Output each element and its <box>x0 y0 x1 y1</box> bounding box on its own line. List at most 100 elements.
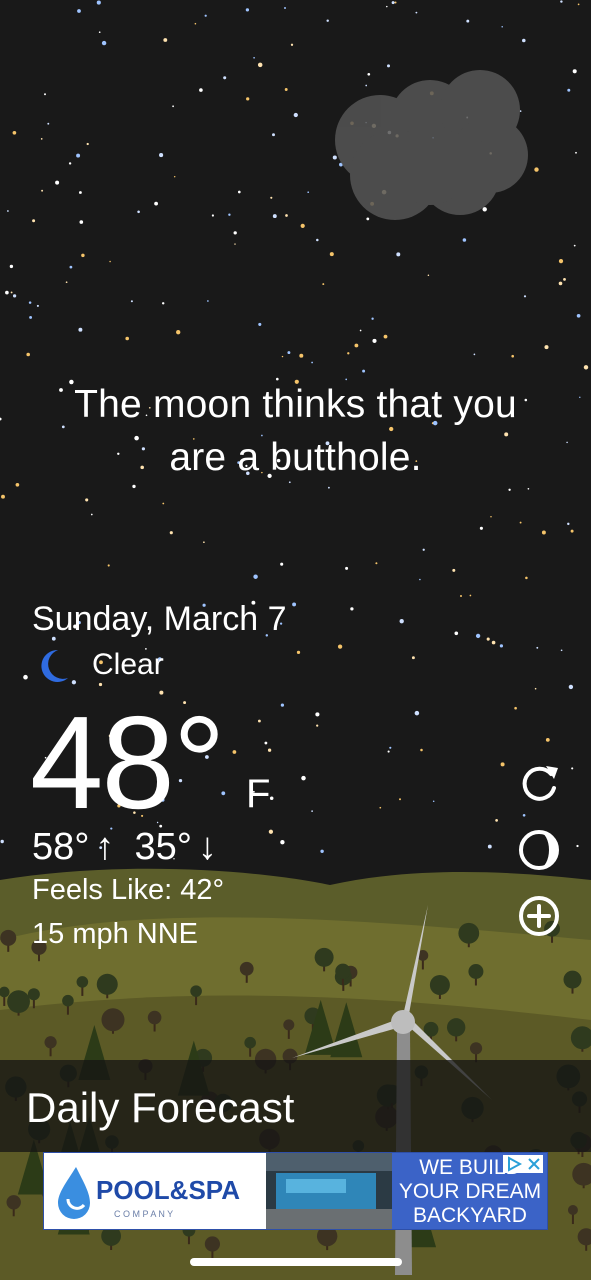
star <box>577 3 580 6</box>
star <box>267 748 272 752</box>
star <box>560 649 563 652</box>
star <box>316 724 319 727</box>
star <box>257 719 261 723</box>
star <box>500 762 505 767</box>
ad-brand: POOL&SPA <box>96 1175 240 1205</box>
star <box>132 484 136 489</box>
ad-controls[interactable] <box>503 1155 543 1173</box>
star <box>541 530 546 535</box>
tree-crown <box>567 1205 578 1216</box>
refresh-icon[interactable] <box>516 760 562 806</box>
star <box>232 750 237 754</box>
star <box>12 294 17 298</box>
ad-brand-sub: C O M P A N Y <box>114 1209 173 1219</box>
star <box>473 353 476 356</box>
ad-banner[interactable]: POOL&SPA C O M P A N Y WE BUILD YOUR DRE… <box>43 1152 548 1230</box>
star <box>576 313 581 318</box>
star <box>386 5 388 8</box>
star <box>560 0 563 3</box>
star <box>522 38 526 43</box>
star <box>420 748 423 752</box>
star <box>571 767 574 770</box>
star <box>469 594 472 597</box>
star <box>284 7 286 9</box>
tree-crown <box>62 994 74 1007</box>
star <box>292 602 297 607</box>
star <box>459 594 463 598</box>
home-indicator[interactable] <box>190 1258 402 1266</box>
star <box>301 775 306 781</box>
star <box>162 502 165 505</box>
tree-crown <box>76 976 89 988</box>
star <box>508 488 511 491</box>
tree-crown <box>101 1008 125 1032</box>
crescent-moon-icon <box>41 649 68 682</box>
star <box>567 88 571 92</box>
star <box>258 322 262 326</box>
star <box>534 687 537 690</box>
star <box>287 351 291 355</box>
star <box>245 8 250 12</box>
tree-crown <box>429 974 450 995</box>
star <box>65 281 68 284</box>
star <box>337 644 343 649</box>
star <box>345 566 349 570</box>
star <box>280 840 285 845</box>
star <box>68 162 72 165</box>
star <box>228 213 231 216</box>
star <box>161 302 165 305</box>
star <box>419 578 421 581</box>
wind-speed: 15 mph NNE <box>32 918 199 950</box>
star <box>86 142 89 146</box>
star <box>90 513 93 516</box>
star <box>28 301 32 304</box>
star <box>246 97 250 101</box>
tree-crown <box>147 1010 162 1025</box>
current-condition: Clear <box>38 648 164 682</box>
star <box>0 839 4 844</box>
star <box>567 522 570 526</box>
star <box>454 631 459 636</box>
moon-phase-icon[interactable] <box>516 827 562 873</box>
star <box>414 710 420 716</box>
star <box>296 650 301 655</box>
ad-choices-icon[interactable] <box>506 1156 522 1172</box>
temperature-unit: F <box>246 772 271 816</box>
star <box>499 644 504 648</box>
star <box>462 238 467 242</box>
star <box>466 19 470 23</box>
star <box>372 338 377 343</box>
star <box>491 640 496 645</box>
tree-crown <box>0 929 17 946</box>
tree-crown <box>468 964 484 980</box>
star <box>422 548 425 551</box>
pool-photo <box>266 1153 392 1229</box>
weather-app: { "tagline": {"line1": "The moon thinks … <box>0 0 591 1280</box>
tree-crown <box>27 988 40 1001</box>
daily-forecast-title[interactable]: Daily Forecast <box>26 1084 294 1132</box>
star <box>107 564 110 567</box>
tree-crown <box>7 990 30 1014</box>
close-icon[interactable] <box>527 1157 541 1171</box>
star <box>234 243 236 245</box>
star <box>44 93 46 96</box>
star <box>394 1 397 4</box>
star <box>366 217 370 221</box>
star <box>522 813 526 817</box>
star <box>487 844 492 849</box>
star <box>315 712 320 717</box>
star <box>101 40 107 46</box>
star <box>1 494 5 499</box>
star <box>9 264 14 269</box>
tree-crown <box>190 985 202 997</box>
star <box>55 180 60 185</box>
star <box>7 210 9 212</box>
star <box>47 122 50 125</box>
low-temp: 35° <box>134 826 192 868</box>
star <box>290 43 294 46</box>
moon-tagline: The moon thinks that you are a butthole. <box>0 378 591 484</box>
tree-crown <box>469 1042 483 1055</box>
add-location-icon[interactable] <box>516 893 562 939</box>
star <box>326 19 329 22</box>
tree-crown <box>335 963 351 979</box>
